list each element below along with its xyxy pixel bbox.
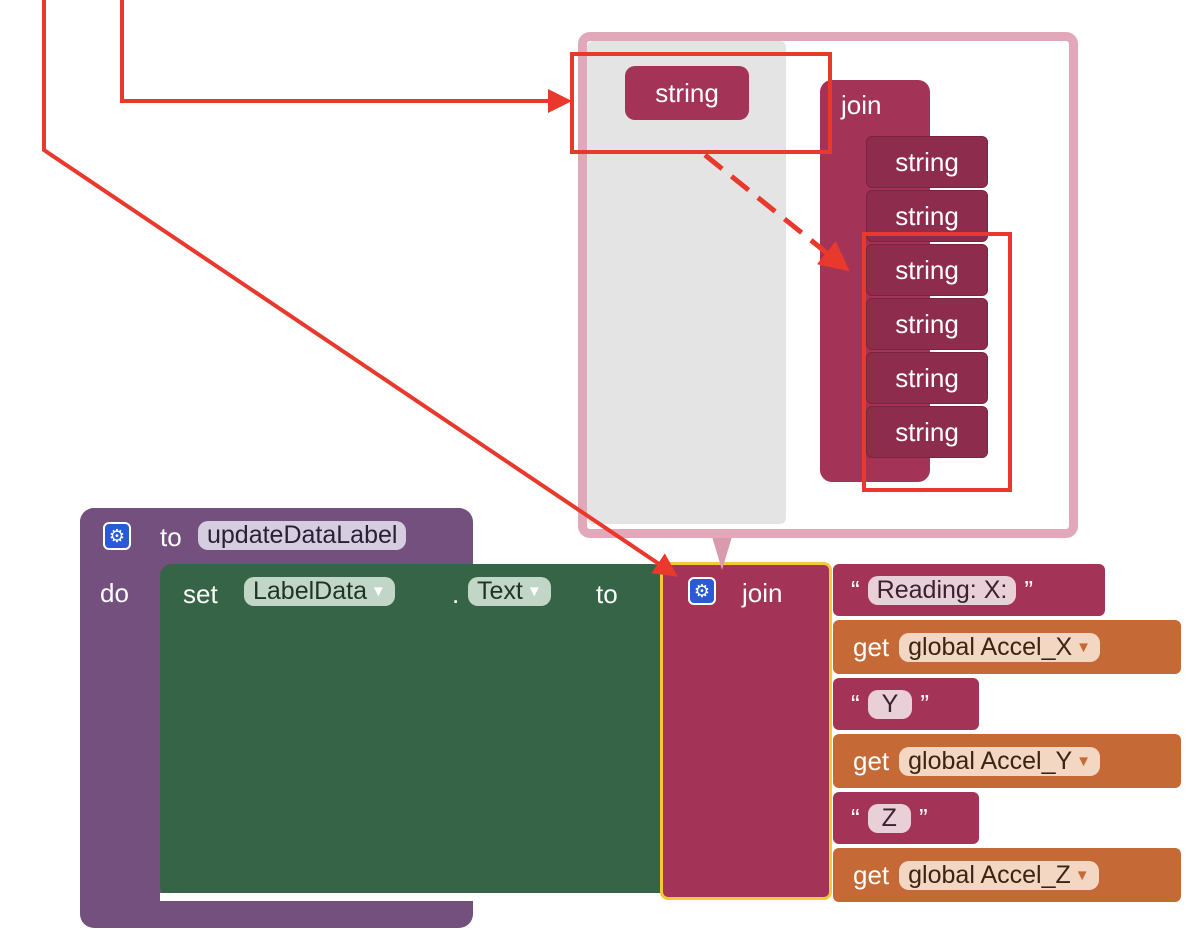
dashed-drag-arrow [703,153,850,272]
arrow-to-palette [120,0,572,113]
arrow-to-join-gear [42,0,678,577]
annotation-arrows [42,0,850,577]
